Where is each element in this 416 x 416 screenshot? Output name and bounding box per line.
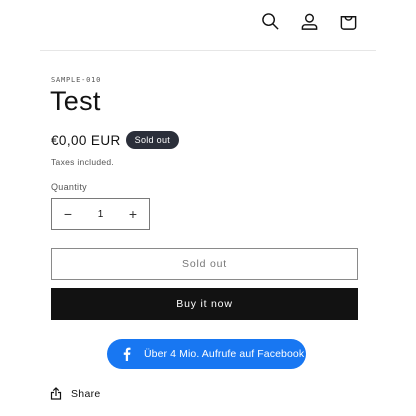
account-icon[interactable]	[298, 8, 321, 34]
header-divider	[40, 50, 376, 51]
share-label: Share	[71, 387, 101, 400]
taxes-note: Taxes included.	[51, 157, 115, 167]
quantity-stepper: − 1 +	[51, 198, 150, 230]
quantity-input[interactable]: 1	[84, 209, 117, 220]
cart-icon[interactable]	[337, 8, 360, 34]
facebook-icon	[119, 346, 135, 362]
decrease-quantity-button[interactable]: −	[52, 199, 84, 229]
share-button[interactable]: Share	[50, 387, 101, 400]
search-icon[interactable]	[259, 8, 282, 34]
quantity-label: Quantity	[51, 182, 87, 192]
header-icons	[251, 8, 360, 34]
sold-out-button[interactable]: Sold out	[51, 248, 358, 280]
buy-now-button[interactable]: Buy it now	[51, 288, 358, 320]
facebook-label: Über 4 Mio. Aufrufe auf Facebook	[144, 348, 305, 360]
price-row: €0,00 EUR Sold out	[51, 131, 180, 149]
sold-out-badge: Sold out	[125, 131, 180, 149]
product-title: Test	[50, 86, 101, 116]
increase-quantity-button[interactable]: +	[117, 199, 149, 229]
share-icon	[50, 387, 62, 400]
product-vendor: SAMPLE-010	[51, 76, 102, 84]
product-price: €0,00 EUR	[51, 132, 121, 148]
facebook-button[interactable]: Über 4 Mio. Aufrufe auf Facebook	[107, 339, 306, 369]
